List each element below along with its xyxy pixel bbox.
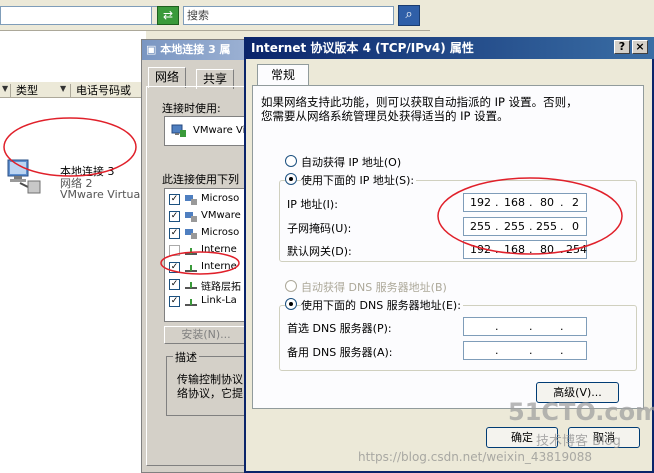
items-label: 此连接使用下列 (162, 173, 239, 186)
ip-address-field[interactable]: 192. 168. 80. 2 (463, 193, 587, 212)
close-button[interactable]: × (632, 40, 648, 54)
auto-dns-radio[interactable] (285, 280, 297, 292)
tab-network[interactable]: 网络 (148, 67, 187, 88)
adapter-icon (171, 124, 186, 137)
address-bar[interactable] (0, 6, 152, 25)
help-button[interactable]: ? (614, 40, 630, 54)
sort-arrow-icon[interactable]: ▼ (2, 84, 8, 93)
column-divider[interactable] (10, 84, 11, 97)
protocol-icon (185, 282, 197, 289)
search-input[interactable]: 搜索 (183, 6, 394, 25)
protocol-icon (185, 299, 197, 306)
subnet-mask-field[interactable]: 255. 255. 255. 0 (463, 217, 587, 236)
install-button[interactable]: 安装(N)... (164, 326, 248, 344)
column-header: ▼ 类型 ▼ 电话号码或 (0, 81, 146, 98)
preferred-dns-label: 首选 DNS 服务器(P): (287, 322, 392, 335)
column-phone[interactable]: 电话号码或 (76, 83, 131, 98)
client-icon (185, 195, 197, 205)
checkbox[interactable]: ✓ (169, 228, 180, 239)
checkbox[interactable]: ✓ (169, 194, 180, 205)
network-connection-icon[interactable] (6, 157, 42, 195)
connect-using-label: 连接时使用: (162, 102, 221, 115)
gateway-field[interactable]: 192. 168. 80. 254 (463, 240, 587, 259)
manual-dns-label[interactable]: 使用下面的 DNS 服务器地址(E): (301, 297, 463, 313)
adapter-name: VMware Vi (193, 125, 246, 136)
checkbox[interactable]: ✓ (169, 211, 180, 222)
description-legend: 描述 (173, 349, 199, 365)
column-type[interactable]: 类型 (16, 83, 38, 98)
go-button[interactable]: ⇄ (157, 6, 179, 25)
watermark-url: https://blog.csdn.net/weixin_43819088 (358, 450, 593, 464)
protocol-icon (185, 265, 197, 272)
connection-device: VMware Virtual (60, 188, 144, 201)
dialog-title: Internet 协议版本 4 (TCP/IPv4) 属性 (244, 37, 654, 59)
column-divider[interactable] (70, 84, 71, 97)
protocol-icon (185, 248, 197, 255)
sort-arrow-icon[interactable]: ▼ (60, 84, 66, 93)
intro-text: 如果网络支持此功能，则可以获取自动指派的 IP 设置。否则， 您需要从网络系统管… (261, 95, 578, 123)
manual-ip-radio[interactable] (285, 173, 297, 185)
explorer-toolbar: ▼ ⇄ 搜索 ⌕ (0, 0, 430, 31)
manual-dns-radio[interactable] (285, 298, 297, 310)
subnet-mask-label: 子网掩码(U): (287, 222, 352, 235)
gateway-label: 默认网关(D): (287, 245, 352, 258)
checkbox[interactable]: ✓ (169, 279, 180, 290)
watermark-subtitle: 技术博客 Blog (536, 434, 621, 449)
ip-address-label: IP 地址(I): (287, 198, 338, 211)
explorer-file-pane: ▼ 类型 ▼ 电话号码或 本地连接 3 网络 2 VMware Virtual (0, 31, 146, 473)
alternate-dns-field[interactable]: ... (463, 341, 587, 360)
checkbox[interactable] (169, 245, 180, 256)
service-icon (185, 212, 197, 222)
checkbox[interactable]: ✓ (169, 262, 180, 273)
service-icon (185, 229, 197, 239)
preferred-dns-field[interactable]: ... (463, 317, 587, 336)
auto-ip-label[interactable]: 自动获得 IP 地址(O) (301, 154, 401, 170)
manual-ip-label[interactable]: 使用下面的 IP 地址(S): (301, 172, 417, 188)
alternate-dns-label: 备用 DNS 服务器(A): (287, 346, 393, 359)
network-icon: ▣ (146, 43, 161, 56)
watermark-logo: 51CTO.com (508, 398, 654, 426)
auto-ip-radio[interactable] (285, 155, 297, 167)
search-icon[interactable]: ⌕ (398, 5, 420, 26)
tab-general[interactable]: 常规 (257, 64, 309, 86)
general-tab-panel: 如果网络支持此功能，则可以获取自动指派的 IP 设置。否则， 您需要从网络系统管… (252, 85, 644, 409)
checkbox[interactable]: ✓ (169, 296, 180, 307)
dns-group (279, 305, 637, 371)
auto-dns-label[interactable]: 自动获得 DNS 服务器地址(B) (301, 279, 447, 295)
